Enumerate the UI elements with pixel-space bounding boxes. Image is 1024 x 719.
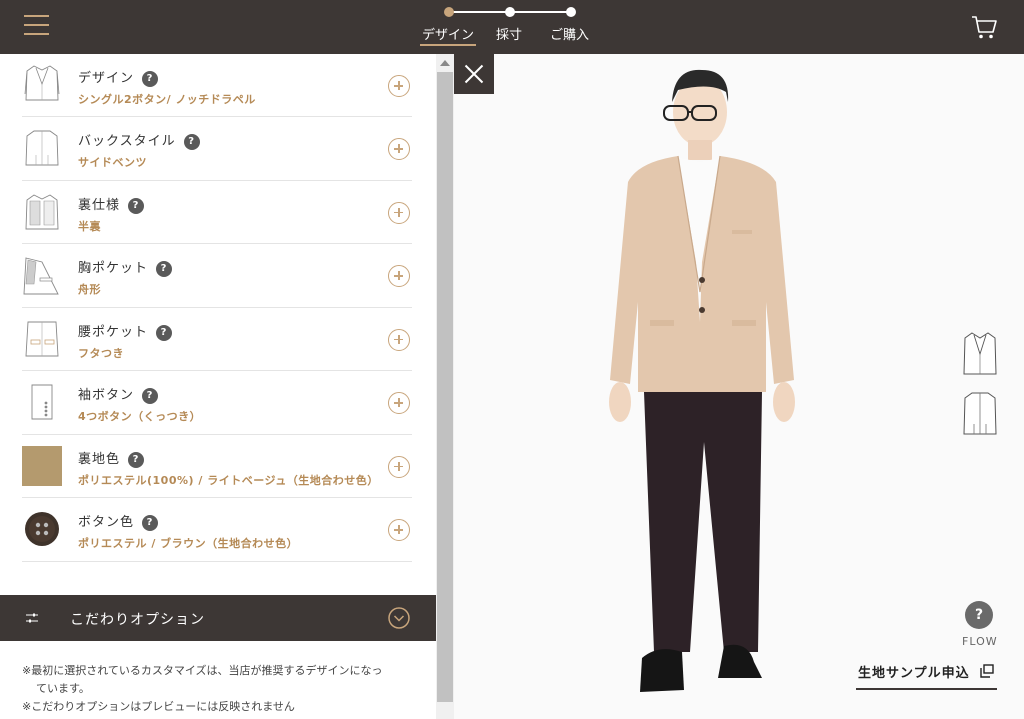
design-option-list: デザイン? シングル2ボタン/ ノッチドラペル バックスタイル? サイドベンツ … [22,54,412,562]
option-value: フタつき [78,346,124,360]
help-icon[interactable]: ? [183,134,200,150]
option-title: 袖ボタン? [78,384,159,404]
note-line: ※こだわりオプションはプレビューには反映されません [22,700,295,713]
progress-steps: デザイン 採寸 ご購入 [420,6,600,50]
sample-request-label: 生地サンプル申込 [858,666,970,681]
external-window-icon [980,664,994,678]
expand-plus-icon[interactable] [388,328,410,351]
help-icon[interactable]: ? [156,261,173,277]
cart-icon[interactable] [970,13,998,41]
jacket-lining-icon [25,193,59,229]
option-title: バックスタイル? [78,130,200,150]
option-value: ポリエステル / ブラウン（生地合わせ色） [78,537,299,550]
help-icon[interactable]: ? [128,197,145,214]
lining-swatch [22,445,62,486]
flow-label: FLOW [962,635,998,648]
step-design[interactable]: デザイン [422,24,474,43]
option-value: シングル2ボタン/ ノッチドラペル [78,93,256,106]
list-item[interactable]: 裏地色? ポリエステル(100%) / ライトベージュ（生地合わせ色） [22,435,412,498]
active-step-underline [420,44,476,46]
sleeve-button-icon [31,384,53,420]
scroll-thumb[interactable] [437,72,453,702]
help-icon[interactable]: ? [128,451,145,468]
menu-icon[interactable] [24,15,49,37]
expand-plus-icon[interactable] [388,455,410,478]
list-item[interactable]: 腰ポケット? フタつき [22,308,412,371]
step-purchase[interactable]: ご購入 [550,24,589,43]
advanced-options-label: こだわりオプション [70,612,205,628]
note-line: ※最初に選択されているカスタマイズは、当店が推奨するデザインになっ [22,664,383,677]
chest-pocket-icon [23,257,59,295]
jacket-front-icon [24,65,60,101]
help-icon[interactable]: ? [142,71,159,87]
option-value: 4つボタン（くっつき） [78,410,202,423]
step-dot-measure [505,7,515,17]
close-icon[interactable] [454,54,494,94]
top-bar: デザイン 採寸 ご購入 [0,0,1024,54]
fabric-sample-request-link[interactable]: 生地サンプル申込 [856,660,997,690]
expand-plus-icon[interactable] [388,75,410,97]
help-icon[interactable]: ? [156,324,173,341]
expand-plus-icon[interactable] [388,519,410,541]
step-measure[interactable]: 採寸 [496,24,522,43]
list-item[interactable]: 裏仕様? 半裏 [22,181,412,244]
chevron-down-icon[interactable] [388,607,410,629]
list-item[interactable]: 袖ボタン? 4つボタン（くっつき） [22,371,412,435]
flow-help-button[interactable]: ? [965,601,993,629]
notes: ※最初に選択されているカスタマイズは、当店が推奨するデザインになっ ています。 … [22,662,412,716]
option-title: ボタン色? [78,511,159,531]
expand-plus-icon[interactable] [388,265,410,287]
expand-plus-icon[interactable] [388,138,410,160]
step-dot-purchase [566,7,576,17]
expand-plus-icon[interactable] [388,392,410,414]
option-title: 裏仕様? [78,194,145,214]
help-icon[interactable]: ? [142,388,159,404]
expand-plus-icon[interactable] [388,201,410,224]
jacket-back-view-icon[interactable] [962,390,998,438]
button-swatch [25,512,59,546]
step-dot-design [444,7,454,17]
jacket-back-icon [25,130,59,166]
option-title: 裏地色? [78,448,145,468]
list-item[interactable]: バックスタイル? サイドベンツ [22,117,412,181]
suit-model-preview [609,69,795,692]
waist-pocket-icon [25,321,59,356]
option-value: サイドベンツ [78,156,147,169]
option-title: 胸ポケット? [78,257,173,277]
option-title: デザイン? [78,67,159,87]
option-value: 舟形 [78,283,101,296]
help-icon[interactable]: ? [142,515,159,531]
scroll-up-arrow-icon[interactable] [440,60,450,66]
list-item[interactable]: 胸ポケット? 舟形 [22,244,412,308]
jacket-front-view-icon[interactable] [962,330,998,378]
scrollbar[interactable] [436,54,454,719]
option-value: 半裏 [78,219,101,233]
sliders-icon [26,613,38,623]
list-item[interactable]: デザイン? シングル2ボタン/ ノッチドラペル [22,54,412,117]
option-value: ポリエステル(100%) / ライトベージュ（生地合わせ色） [78,473,379,487]
list-item[interactable]: ボタン色? ポリエステル / ブラウン（生地合わせ色） [22,498,412,562]
design-panel: デザイン? シングル2ボタン/ ノッチドラペル バックスタイル? サイドベンツ … [0,54,436,719]
advanced-options-toggle[interactable]: こだわりオプション [0,595,436,641]
note-line: ています。 [36,682,90,695]
option-title: 腰ポケット? [78,321,173,341]
